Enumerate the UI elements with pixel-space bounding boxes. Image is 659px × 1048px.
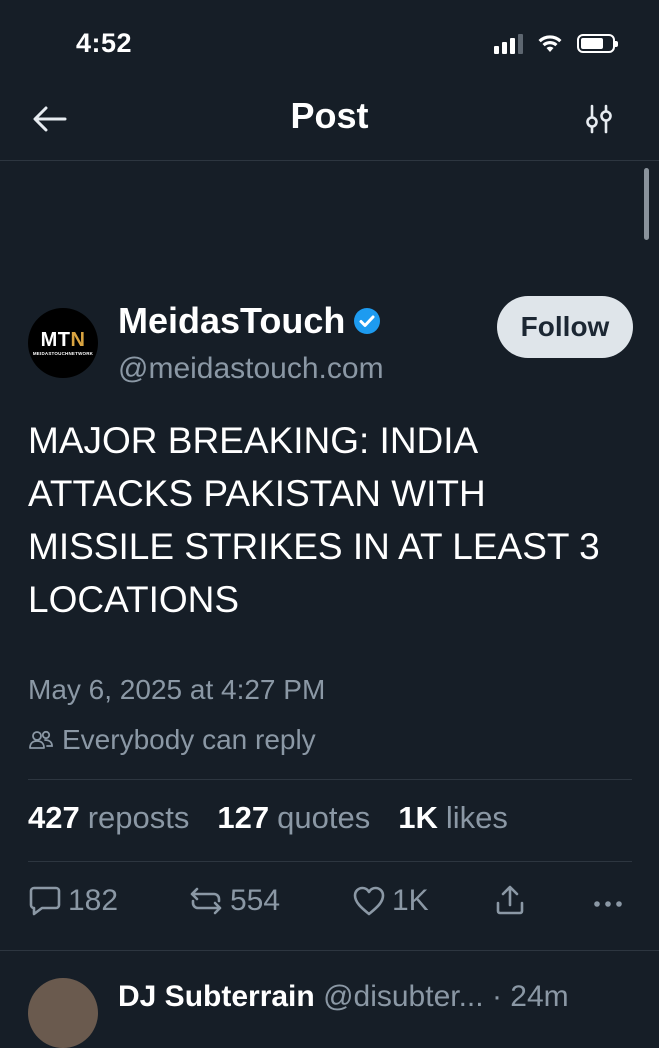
reply-count: 182 bbox=[68, 884, 119, 917]
reply-setting-label: Everybody can reply bbox=[62, 724, 316, 755]
status-icons bbox=[494, 32, 618, 54]
avatar[interactable]: MTN MEIDASTOUCHNETWORK bbox=[28, 308, 98, 378]
divider bbox=[28, 779, 632, 780]
reply-setting: Everybody can reply bbox=[28, 724, 316, 756]
post-text: MAJOR BREAKING: INDIA ATTACKS PAKISTAN W… bbox=[28, 420, 600, 620]
likes-label: likes bbox=[445, 800, 508, 835]
author-row: MTN MEIDASTOUCHNETWORK MeidasTouch @meid… bbox=[28, 296, 633, 396]
reply-header: DJ Subterrain @disubter... · 24m bbox=[118, 980, 569, 1014]
reply-time: 24m bbox=[510, 980, 569, 1013]
follow-button[interactable]: Follow bbox=[497, 296, 633, 358]
reply-separator: · bbox=[491, 980, 502, 1013]
quotes-count: 127 bbox=[217, 800, 270, 835]
cellular-signal-icon bbox=[494, 32, 523, 54]
likes-stat[interactable]: 1K likes bbox=[398, 800, 508, 836]
sliders-icon bbox=[586, 104, 612, 134]
quotes-label: quotes bbox=[277, 800, 371, 835]
reposts-stat[interactable]: 427 reposts bbox=[28, 800, 189, 836]
share-icon bbox=[496, 885, 524, 915]
share-button[interactable] bbox=[494, 884, 526, 916]
action-bar: 182 554 1K bbox=[28, 884, 632, 928]
reply-icon bbox=[29, 886, 61, 916]
more-horizontal-icon bbox=[594, 901, 622, 907]
likes-count: 1K bbox=[398, 800, 438, 835]
reply-preview[interactable]: DJ Subterrain @disubter... · 24m bbox=[28, 978, 648, 1048]
repost-icon bbox=[190, 887, 222, 915]
filter-button[interactable] bbox=[577, 97, 621, 141]
reply-button[interactable]: 182 bbox=[28, 884, 118, 918]
heart-icon bbox=[353, 886, 385, 916]
battery-icon bbox=[577, 33, 618, 53]
status-time: 4:52 bbox=[76, 28, 133, 58]
post-timestamp[interactable]: May 6, 2025 at 4:27 PM bbox=[28, 674, 325, 706]
avatar-logo: MTN bbox=[40, 329, 86, 351]
reposts-count: 427 bbox=[28, 800, 80, 835]
divider bbox=[0, 950, 659, 951]
stats-row: 427 reposts 127 quotes 1K likes bbox=[28, 800, 508, 836]
page-title: Post bbox=[290, 95, 369, 136]
wifi-icon bbox=[538, 35, 562, 52]
nav-bar: Post bbox=[0, 80, 659, 161]
author-name-text: MeidasTouch bbox=[118, 300, 346, 341]
avatar[interactable] bbox=[28, 978, 98, 1048]
author-handle[interactable]: @meidastouch.com bbox=[118, 352, 384, 386]
divider bbox=[28, 861, 632, 862]
quotes-stat[interactable]: 127 quotes bbox=[217, 800, 370, 836]
reposts-label: reposts bbox=[87, 800, 190, 835]
people-icon bbox=[29, 730, 53, 749]
avatar-subtext: MEIDASTOUCHNETWORK bbox=[32, 351, 94, 356]
status-bar: 4:52 bbox=[0, 0, 659, 80]
like-button[interactable]: 1K bbox=[352, 884, 429, 918]
scrollbar[interactable] bbox=[644, 168, 649, 240]
reply-author-handle: @disubter... bbox=[323, 980, 484, 1013]
verified-badge-icon bbox=[354, 308, 381, 334]
reply-author-name[interactable]: DJ Subterrain bbox=[118, 980, 315, 1013]
like-count: 1K bbox=[392, 884, 429, 917]
author-name[interactable]: MeidasTouch bbox=[118, 300, 381, 342]
repost-button[interactable]: 554 bbox=[188, 884, 280, 918]
repost-count: 554 bbox=[230, 884, 281, 917]
more-options-button[interactable] bbox=[592, 888, 624, 920]
